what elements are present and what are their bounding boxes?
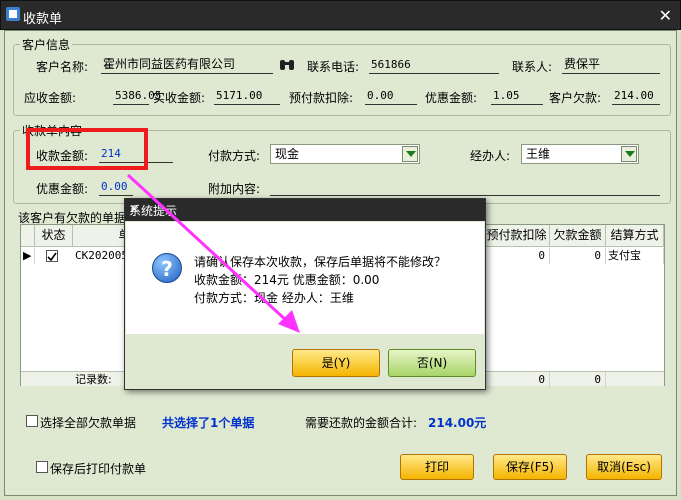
customer-info-title: 客户信息 (20, 36, 73, 53)
row-prepaid: 0 (484, 248, 550, 264)
extra-content-input[interactable] (270, 178, 660, 196)
customer-name-field[interactable]: 霍州市同益医药有限公司 (101, 56, 273, 74)
prepaid-field: 0.00 (365, 87, 417, 105)
handler-select-value: 王维 (526, 147, 551, 161)
method-label: 付款方式: (208, 149, 261, 163)
customer-name-label: 客户名称: (36, 60, 89, 74)
receivable-field: 5386.05 (113, 87, 161, 105)
dialog-title-bar: 系统提示 ✕ (125, 199, 485, 221)
dialog-message-line2: 收款金额：214元 优惠金额：0.00 (194, 273, 380, 287)
customer-discount-field: 1.05 (491, 87, 543, 105)
footer-owed: 0 (550, 372, 606, 388)
dialog-message-line3: 付款方式：现金 经办人：王维 (194, 291, 354, 305)
column-header-status[interactable]: 状态 (35, 225, 73, 247)
confirm-dialog: 系统提示 ✕ ? 请确认保存本次收款，保存后单据将不能修改？ 收款金额：214元… (124, 198, 486, 390)
app-icon (6, 7, 20, 21)
dialog-close-icon[interactable]: ✕ (129, 202, 479, 216)
print-after-save-checkbox[interactable] (36, 461, 48, 473)
column-header-prepaid[interactable]: 预付款扣除 (484, 225, 550, 247)
total-value: 214.00元 (428, 416, 487, 430)
column-header-owed[interactable]: 欠款金额 (550, 225, 606, 247)
contact-label: 联系人: (512, 60, 553, 74)
row-owed: 0 (550, 248, 606, 264)
title-bar: 收款单 ✕ (0, 0, 681, 30)
phone-label: 联系电话: (307, 60, 360, 74)
customer-discount-label: 优惠金额: (425, 91, 478, 105)
payment-discount-input[interactable]: 0.00 (99, 178, 133, 196)
question-icon: ? (152, 253, 182, 283)
cancel-button[interactable]: 取消(Esc) (586, 454, 662, 480)
print-after-save-label[interactable]: 保存后打印付款单 (50, 460, 146, 477)
save-button[interactable]: 保存(F5) (493, 454, 567, 480)
dialog-body: ? 请确认保存本次收款，保存后单据将不能修改？ 收款金额：214元 优惠金额：0… (126, 222, 484, 334)
owed-field: 214.00 (612, 87, 660, 105)
received-label: 实收金额: (153, 91, 206, 105)
column-header-blank (21, 225, 35, 247)
column-header-method[interactable]: 结算方式 (606, 225, 664, 247)
prepaid-label: 预付款扣除: (289, 91, 354, 105)
chevron-down-icon[interactable] (621, 146, 637, 162)
binoculars-icon[interactable] (279, 58, 295, 72)
no-button[interactable]: 否(N) (388, 349, 476, 377)
row-pointer-icon: ▶ (23, 248, 35, 264)
select-all-checkbox[interactable] (26, 415, 38, 427)
highlight-box (26, 128, 148, 170)
handler-label: 经办人: (470, 149, 511, 163)
contact-field[interactable]: 费保平 (562, 56, 660, 74)
method-select[interactable]: 现金 (270, 144, 420, 164)
receivable-label: 应收金额: (24, 91, 77, 105)
row-method: 支付宝 (608, 248, 664, 264)
yes-button[interactable]: 是(Y) (292, 349, 380, 377)
payment-discount-label: 优惠金额: (36, 182, 89, 196)
owed-label: 客户欠款: (549, 91, 602, 105)
close-icon[interactable]: ✕ (659, 6, 672, 25)
window-title: 收款单 (23, 12, 63, 27)
selected-count-text: 共选择了1个单据 (162, 416, 255, 430)
extra-content-label: 附加内容: (208, 182, 261, 196)
row-checkbox[interactable] (46, 250, 58, 262)
select-all-label[interactable]: 选择全部欠款单据 (40, 414, 136, 431)
total-label: 需要还款的金额合计: (305, 416, 418, 430)
chevron-down-icon[interactable] (402, 146, 418, 162)
check-icon (47, 252, 57, 262)
print-button[interactable]: 打印 (400, 454, 474, 480)
received-field: 5171.00 (214, 87, 280, 105)
method-select-value: 现金 (275, 147, 300, 161)
footer-prepaid: 0 (484, 372, 550, 388)
dialog-message-line1: 请确认保存本次收款，保存后单据将不能修改？ (194, 255, 447, 269)
phone-field[interactable]: 561866 (369, 56, 499, 74)
handler-select[interactable]: 王维 (521, 144, 639, 164)
